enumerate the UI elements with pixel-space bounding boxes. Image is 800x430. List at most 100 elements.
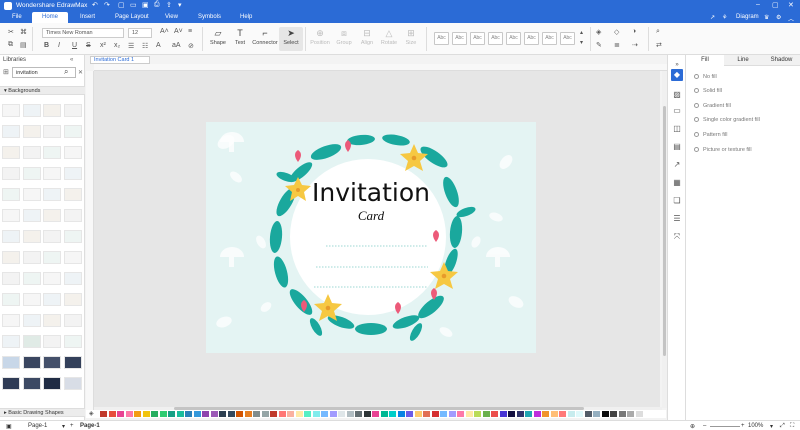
format-painter-icon[interactable]: ⌘ (20, 28, 27, 36)
color-swatch[interactable] (465, 411, 473, 417)
background-thumbnail[interactable] (43, 293, 61, 306)
paste-icon[interactable]: ▤ (20, 41, 27, 49)
fill-panel-icon[interactable]: ◆ (671, 69, 683, 81)
color-swatch[interactable] (236, 411, 243, 417)
card-title[interactable]: Invitation (206, 178, 536, 207)
color-swatch[interactable] (397, 411, 405, 417)
color-swatch[interactable] (423, 411, 430, 417)
tab-shadow[interactable]: Shadow (762, 55, 800, 66)
invitation-card[interactable]: Invitation Card (206, 122, 536, 353)
color-swatch[interactable] (448, 411, 456, 417)
fit-window-icon[interactable]: ⤢ (780, 423, 785, 430)
save-icon[interactable]: ▣ (142, 1, 149, 9)
background-thumbnail[interactable] (22, 293, 41, 306)
zoom-in-icon[interactable]: + (741, 423, 745, 429)
find-icon[interactable]: ⌕ (656, 28, 660, 36)
background-thumbnail[interactable] (22, 167, 41, 180)
connector-tool[interactable]: ⌐ Connector (252, 27, 278, 51)
background-thumbnail[interactable] (2, 125, 20, 138)
file-panel-icon[interactable]: ❏ (671, 195, 683, 207)
text-case-icon[interactable]: aA (172, 42, 181, 49)
text-tool[interactable]: T Text (228, 27, 252, 51)
color-swatch[interactable] (474, 411, 481, 417)
page-layout-icon[interactable]: ▣ (6, 423, 12, 430)
style-preset-8[interactable]: Abc (560, 32, 575, 45)
tab-fill[interactable]: Fill (686, 55, 724, 66)
font-size-select[interactable]: 12 (128, 28, 152, 38)
color-swatch[interactable] (550, 411, 558, 417)
background-thumbnail[interactable] (43, 356, 61, 369)
collapse-icon[interactable]: ︿ (788, 14, 794, 23)
color-swatch[interactable] (380, 411, 388, 417)
numbering-icon[interactable]: ☷ (142, 42, 148, 50)
background-thumbnail[interactable] (22, 209, 41, 222)
color-swatch[interactable] (176, 411, 184, 417)
color-swatch[interactable] (210, 411, 218, 417)
background-thumbnail[interactable] (2, 209, 20, 222)
undo-icon[interactable]: ↶ (92, 1, 98, 9)
open-icon[interactable]: ▭ (130, 1, 137, 9)
document-tab[interactable]: Invitation Card 1 (90, 56, 150, 64)
color-swatch[interactable] (431, 411, 439, 417)
shadow-icon[interactable]: ◑ (632, 28, 636, 35)
size-tool[interactable]: ⊞ Size (399, 27, 423, 51)
color-swatch[interactable] (227, 411, 235, 417)
layout-panel-icon[interactable]: ▭ (671, 105, 683, 117)
background-thumbnail[interactable] (2, 251, 20, 264)
background-thumbnail[interactable] (63, 293, 82, 306)
fill-option-picture[interactable]: Picture or texture fill (694, 147, 752, 153)
background-thumbnail[interactable] (22, 125, 41, 138)
background-thumbnail[interactable] (43, 335, 61, 348)
color-swatch[interactable] (389, 411, 396, 417)
bold-icon[interactable]: B (44, 42, 49, 49)
color-swatch[interactable] (601, 411, 609, 417)
background-thumbnail[interactable] (22, 335, 41, 348)
clear-search-icon[interactable]: ✕ (78, 69, 83, 76)
background-thumbnail[interactable] (22, 146, 41, 159)
copy-icon[interactable]: ⧉ (8, 41, 13, 49)
color-swatch[interactable] (134, 411, 141, 417)
color-swatch[interactable] (372, 411, 379, 417)
grow-font-icon[interactable]: A˄ (160, 28, 169, 35)
color-swatch[interactable] (117, 411, 124, 417)
table-panel-icon[interactable]: ▦ (671, 177, 683, 189)
color-swatch[interactable] (270, 411, 277, 417)
strikethrough-icon[interactable]: S (86, 42, 91, 49)
color-swatch[interactable] (440, 411, 447, 417)
more-icon[interactable]: ▾ (178, 1, 182, 9)
fill-option-pattern[interactable]: Pattern fill (694, 132, 727, 138)
color-swatch[interactable] (159, 411, 167, 417)
background-thumbnail[interactable] (22, 314, 41, 327)
tab-line[interactable]: Line (724, 55, 762, 66)
clear-format-icon[interactable]: ⊘ (188, 42, 194, 50)
style-preset-7[interactable]: Abc (542, 32, 557, 45)
background-thumbnail[interactable] (2, 293, 20, 306)
style-preset-1[interactable]: Abc (434, 32, 449, 45)
background-thumbnail[interactable] (63, 272, 82, 285)
color-swatch[interactable] (482, 411, 490, 417)
background-thumbnail[interactable] (63, 146, 82, 159)
background-thumbnail[interactable] (43, 104, 61, 117)
background-thumbnail[interactable] (2, 335, 20, 348)
background-thumbnail[interactable] (2, 146, 20, 159)
cut-icon[interactable]: ✂ (8, 28, 14, 36)
color-swatch[interactable] (627, 411, 634, 417)
background-thumbnail[interactable] (63, 335, 82, 348)
background-thumbnail[interactable] (22, 356, 41, 369)
list-panel-icon[interactable]: ☰ (671, 213, 683, 225)
layers-panel-icon[interactable]: ◫ (671, 123, 683, 135)
background-thumbnail[interactable] (22, 230, 41, 243)
background-thumbnail[interactable] (2, 104, 20, 117)
color-swatch[interactable] (100, 411, 107, 417)
color-swatch[interactable] (635, 411, 643, 417)
background-thumbnail[interactable] (2, 188, 20, 201)
share-icon[interactable]: ↗ (710, 14, 715, 21)
select-tool[interactable]: ➤ Select (279, 27, 303, 51)
align-tool[interactable]: ⊟ Align (355, 27, 379, 51)
color-swatch[interactable] (406, 411, 413, 417)
color-swatch[interactable] (244, 411, 252, 417)
menu-page-layout[interactable]: Page Layout (115, 14, 149, 20)
background-thumbnail[interactable] (43, 209, 61, 222)
color-swatch[interactable] (644, 411, 651, 417)
background-thumbnail[interactable] (2, 230, 20, 243)
